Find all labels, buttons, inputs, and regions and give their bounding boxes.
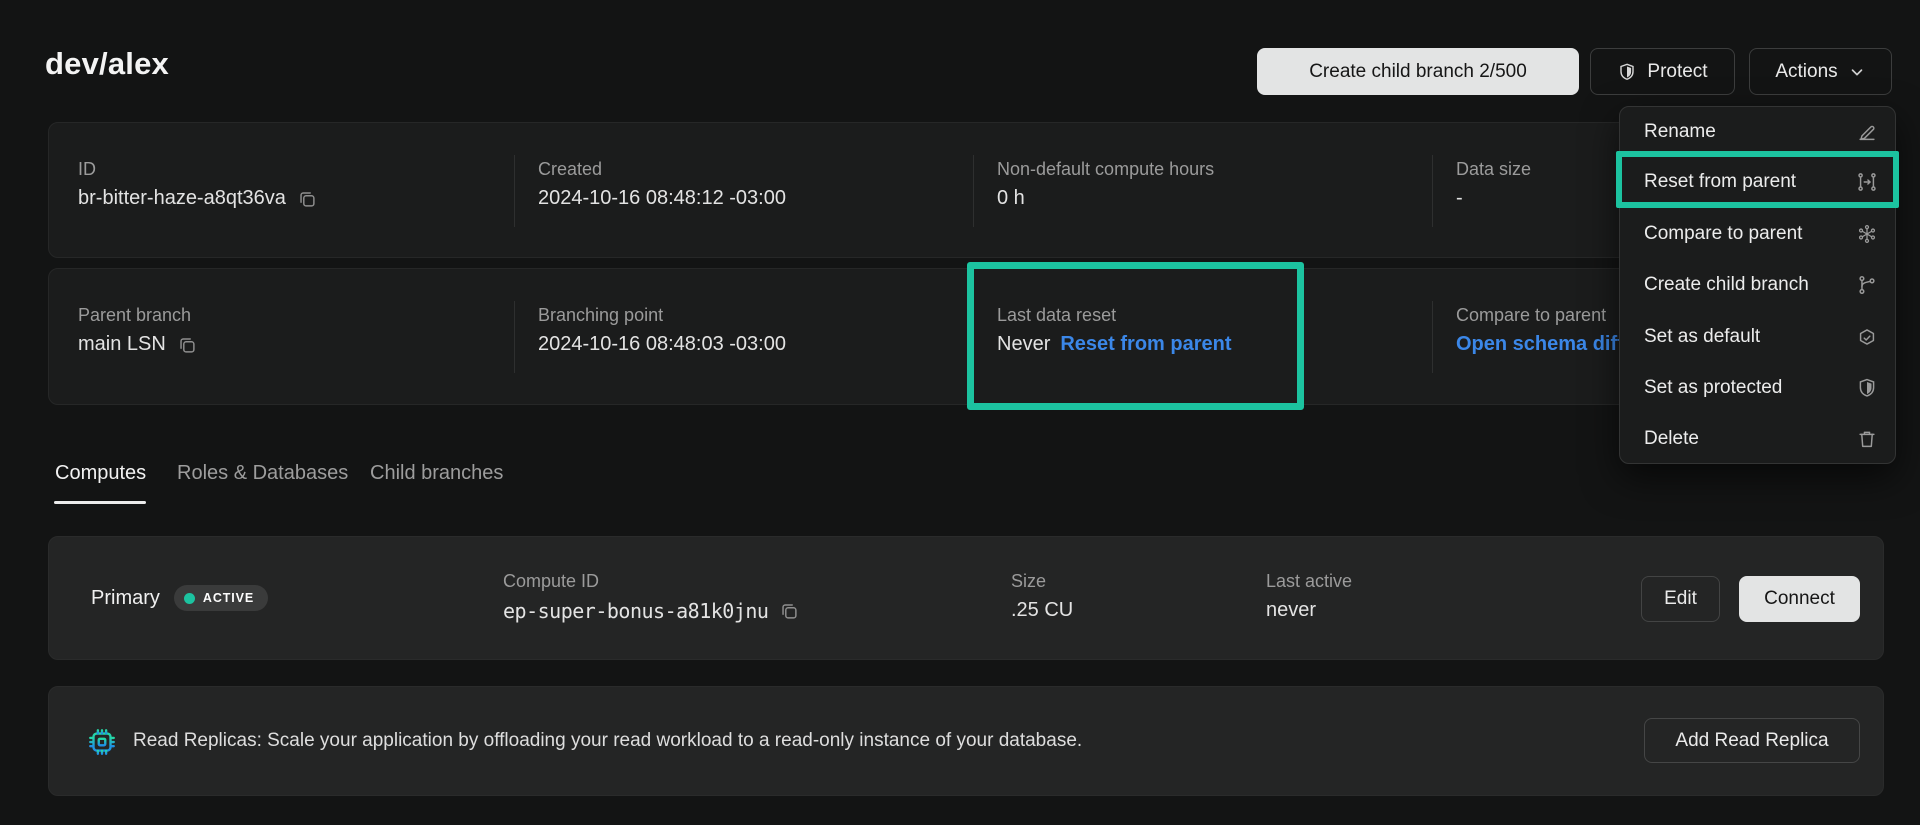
menu-item-compare-to-parent[interactable]: Compare to parent <box>1620 214 1895 254</box>
menu-item-label: Reset from parent <box>1644 171 1796 193</box>
menu-item-rename[interactable]: Rename <box>1620 112 1895 152</box>
branching-point-value: 2024-10-16 08:48:03 -03:00 <box>538 333 786 356</box>
branching-point-label: Branching point <box>538 305 663 326</box>
menu-item-label: Set as default <box>1644 326 1760 348</box>
copy-icon[interactable] <box>176 334 198 356</box>
id-label: ID <box>78 159 96 180</box>
status-dot-icon <box>184 593 195 604</box>
menu-item-label: Delete <box>1644 428 1699 450</box>
menu-item-label: Compare to parent <box>1644 223 1802 245</box>
size-value: .25 CU <box>1011 599 1073 622</box>
menu-item-set-as-protected[interactable]: Set as protected <box>1620 368 1895 408</box>
reset-from-parent-link[interactable]: Reset from parent <box>1060 333 1231 356</box>
divider <box>973 155 974 227</box>
protect-label: Protect <box>1647 61 1707 83</box>
parent-branch-label: Parent branch <box>78 305 191 326</box>
shield-half-icon <box>1856 377 1878 399</box>
menu-item-reset-from-parent[interactable]: Reset from parent <box>1620 162 1895 202</box>
created-label: Created <box>538 159 602 180</box>
active-tab-underline <box>54 501 146 504</box>
created-value: 2024-10-16 08:48:12 -03:00 <box>538 187 786 210</box>
git-branch-icon <box>1856 274 1878 296</box>
last-active-value: never <box>1266 599 1316 622</box>
connect-button[interactable]: Connect <box>1739 576 1860 622</box>
open-schema-diff-link[interactable]: Open schema diff <box>1456 333 1624 356</box>
menu-item-set-as-default[interactable]: Set as default <box>1620 317 1895 357</box>
branch-overview-card: ID br-bitter-haze-a8qt36va Created 2024-… <box>48 122 1884 258</box>
divider <box>973 301 974 373</box>
reset-icon <box>1856 171 1878 193</box>
pencil-icon <box>1856 121 1878 143</box>
compute-hours-value: 0 h <box>997 187 1025 210</box>
divider <box>514 301 515 373</box>
copy-icon[interactable] <box>296 188 318 210</box>
tab-roles-databases[interactable]: Roles & Databases <box>177 462 348 485</box>
last-data-reset-value: Never <box>997 333 1050 356</box>
chevron-down-icon <box>1848 63 1866 81</box>
tab-child-branches[interactable]: Child branches <box>370 462 503 485</box>
compute-name: Primary <box>91 587 160 610</box>
create-child-branch-button[interactable]: Create child branch 2/500 <box>1257 48 1579 95</box>
schema-compare-icon <box>1856 223 1878 245</box>
badge-check-icon <box>1856 326 1878 348</box>
data-size-label: Data size <box>1456 159 1531 180</box>
protect-button[interactable]: Protect <box>1590 48 1735 95</box>
compute-id-label: Compute ID <box>503 571 599 592</box>
data-size-value: - <box>1456 187 1463 210</box>
last-active-label: Last active <box>1266 571 1352 592</box>
actions-dropdown-menu: Rename Reset from parent Compare to pare… <box>1619 106 1896 464</box>
status-badge: ACTIVE <box>174 585 268 611</box>
divider <box>1432 301 1433 373</box>
compare-to-parent-label: Compare to parent <box>1456 305 1606 326</box>
read-replicas-row: Read Replicas: Scale your application by… <box>48 686 1884 796</box>
branch-details-card: Parent branch main LSN Branching point 2… <box>48 268 1884 405</box>
copy-icon[interactable] <box>778 600 800 622</box>
status-text: ACTIVE <box>203 591 254 605</box>
size-label: Size <box>1011 571 1046 592</box>
menu-item-create-child-branch[interactable]: Create child branch <box>1620 265 1895 305</box>
id-value: br-bitter-haze-a8qt36va <box>78 187 286 210</box>
edit-button[interactable]: Edit <box>1641 576 1720 622</box>
tab-computes[interactable]: Computes <box>55 462 146 485</box>
menu-item-label: Set as protected <box>1644 377 1782 399</box>
compute-row: Primary ACTIVE Compute ID ep-super-bonus… <box>48 536 1884 660</box>
compute-id-value: ep-super-bonus-a81k0jnu <box>503 599 768 623</box>
menu-item-label: Rename <box>1644 121 1716 143</box>
actions-label: Actions <box>1775 61 1837 83</box>
read-replicas-message: Read Replicas: Scale your application by… <box>133 730 1082 752</box>
shield-half-icon <box>1617 62 1637 82</box>
divider <box>1432 155 1433 227</box>
create-child-branch-label: Create child branch 2/500 <box>1309 61 1527 83</box>
parent-branch-value: main LSN <box>78 333 166 356</box>
cpu-chip-icon <box>87 727 117 757</box>
page-title: dev/alex <box>45 46 169 82</box>
last-data-reset-label: Last data reset <box>997 305 1116 326</box>
compute-hours-label: Non-default compute hours <box>997 159 1214 180</box>
menu-item-delete[interactable]: Delete <box>1620 419 1895 459</box>
actions-button[interactable]: Actions <box>1749 48 1892 95</box>
menu-item-label: Create child branch <box>1644 274 1809 296</box>
add-read-replica-button[interactable]: Add Read Replica <box>1644 718 1860 763</box>
divider <box>514 155 515 227</box>
trash-icon <box>1856 428 1878 450</box>
